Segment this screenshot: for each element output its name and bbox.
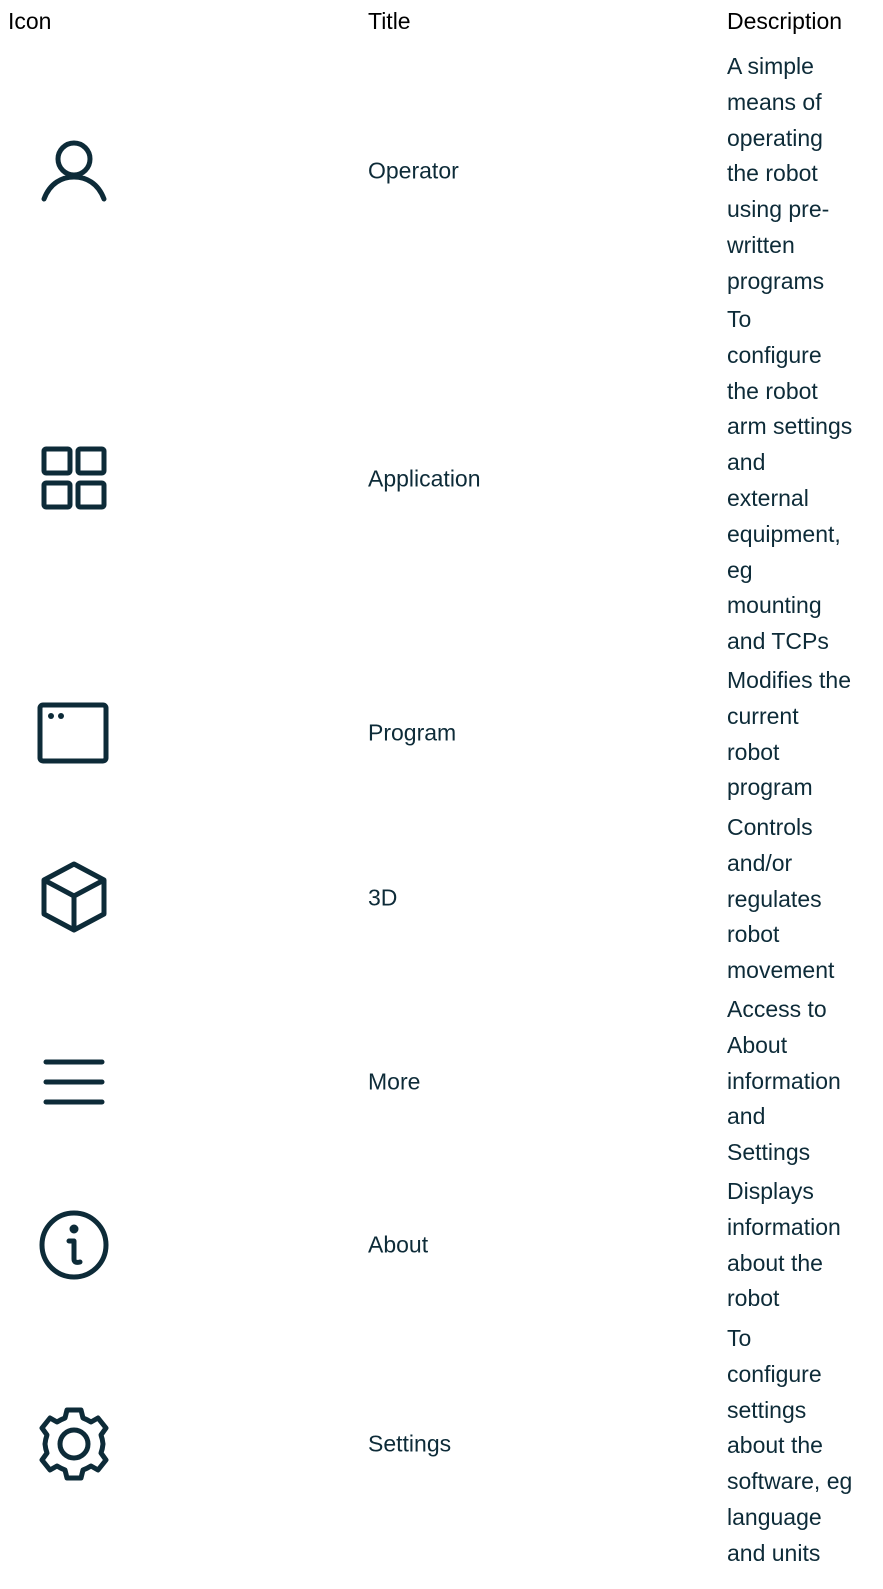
row-title-about: About — [368, 1231, 429, 1258]
description-line: the robot — [727, 160, 818, 187]
description-line: about the — [727, 1249, 823, 1276]
description-line: information — [727, 1067, 841, 1094]
description-line: using pre- — [727, 196, 830, 223]
row-title-settings: Settings — [368, 1430, 452, 1457]
header-title: Title — [368, 8, 411, 34]
window-icon — [34, 693, 114, 773]
description-line: To — [727, 1325, 752, 1351]
description-line: software, eg — [727, 1468, 853, 1495]
row-description-more: Access to About information and Settings — [727, 992, 877, 1171]
description-line: programs — [727, 267, 825, 294]
description-line: and — [727, 449, 766, 476]
gear-icon — [34, 1404, 114, 1484]
description-line: A simple — [727, 53, 814, 79]
description-line: configure — [727, 1360, 822, 1387]
row-description-settings: To configure settings about the software… — [727, 1321, 877, 1572]
row-title-program: Program — [368, 719, 457, 746]
header-description: Description — [727, 8, 843, 34]
description-line: Access to — [727, 996, 827, 1022]
row-title-more: More — [368, 1068, 421, 1095]
description-line: eg — [727, 556, 753, 583]
description-line: language — [727, 1503, 822, 1530]
description-line: robot — [727, 738, 780, 765]
row-description-3d: Controls and/or regulates robot movement — [727, 810, 877, 989]
header-icon: Icon — [8, 8, 52, 34]
row-description-program: Modifies the current robot program — [727, 663, 877, 806]
description-line: robot — [727, 1285, 780, 1312]
description-line: the robot — [727, 377, 818, 404]
description-line: information — [727, 1213, 841, 1240]
description-line: external — [727, 484, 809, 511]
description-line: About — [727, 1031, 788, 1058]
description-line: regulates — [727, 885, 822, 912]
icon-reference-table: Icon Title Description Operator A simple… — [0, 0, 883, 1589]
description-line: Settings — [727, 1139, 811, 1166]
row-description-application: To configure the robot arm settings and … — [727, 302, 877, 660]
description-line: written — [727, 231, 795, 258]
row-title-application: Application — [368, 465, 481, 492]
user-icon — [34, 131, 114, 211]
description-line: about the — [727, 1432, 823, 1459]
description-line: program — [727, 774, 813, 801]
description-line: means of — [727, 88, 822, 115]
description-line: Modifies the — [727, 667, 852, 693]
description-line: To — [727, 306, 752, 332]
description-line: movement — [727, 957, 835, 984]
row-title-3d: 3D — [368, 884, 398, 911]
row-title-operator: Operator — [368, 157, 459, 184]
info-icon — [34, 1205, 114, 1285]
description-line: robot — [727, 921, 780, 948]
description-line: and units — [727, 1539, 821, 1566]
description-line: settings — [727, 1396, 807, 1423]
description-line: operating — [727, 124, 823, 151]
description-line: Displays — [727, 1178, 814, 1204]
description-line: equipment, — [727, 520, 841, 547]
description-line: and TCPs — [727, 628, 829, 655]
grid-icon — [34, 439, 114, 519]
description-line: and — [727, 1103, 766, 1130]
row-description-operator: A simple means of operating the robot us… — [727, 49, 877, 300]
cube-icon — [34, 858, 114, 938]
row-description-about: Displays information about the robot — [727, 1174, 877, 1317]
description-line: current — [727, 702, 799, 729]
description-line: configure — [727, 341, 822, 368]
menu-icon — [34, 1042, 114, 1122]
description-line: mounting — [727, 592, 822, 619]
table-header: Icon Title Description — [0, 8, 883, 40]
description-line: Controls — [727, 814, 813, 840]
description-line: arm settings — [727, 413, 853, 440]
description-line: and/or — [727, 849, 793, 876]
